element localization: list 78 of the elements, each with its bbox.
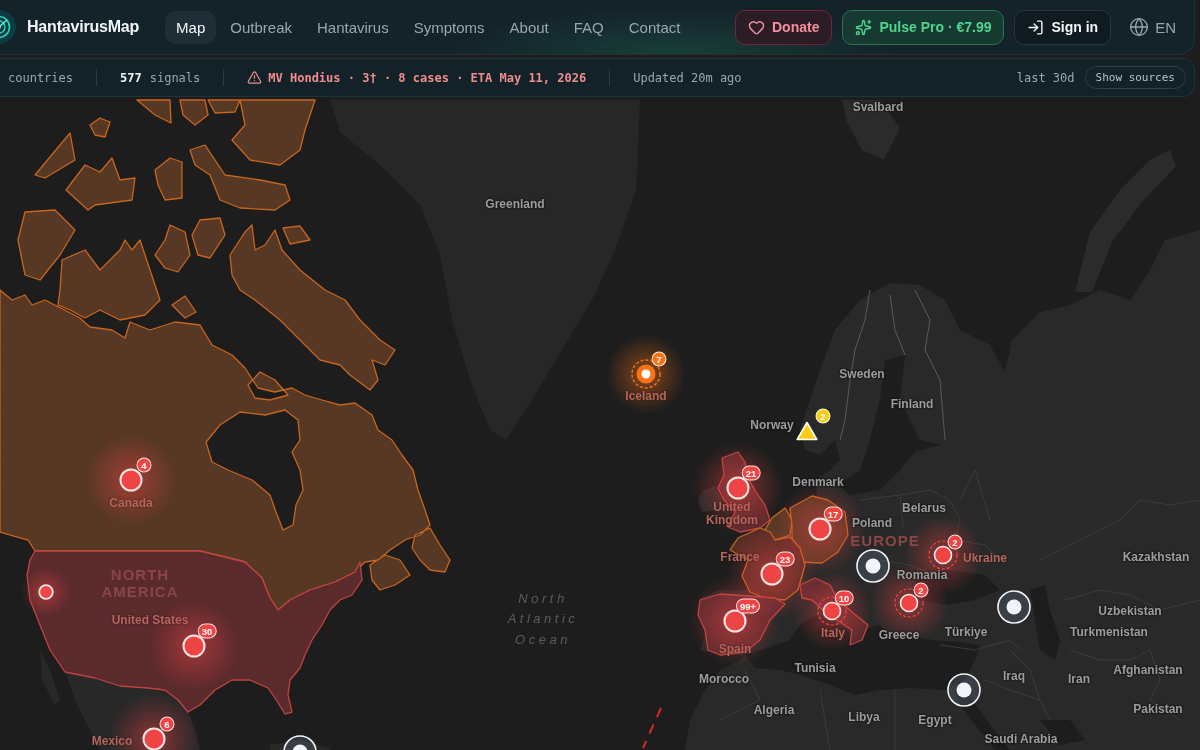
case-marker[interactable] [38,584,54,600]
place-label: Ukraine [963,551,1007,565]
case-marker[interactable] [182,634,206,658]
warning-icon[interactable] [796,421,818,441]
place-label: Finland [890,397,934,411]
nav-tab[interactable]: Contact [617,10,692,44]
signal-marker[interactable] [947,673,981,707]
place-label: Turkmenistan [1070,625,1148,639]
dashed-route-line [642,707,662,749]
sign-in-icon [1027,18,1045,36]
nav-tab[interactable]: Symptoms [402,10,496,44]
place-label: Kazakhstan [1122,550,1190,564]
place-label: Sweden [839,367,885,381]
outbreak-status-text: MV Hondius · 3† · 8 cases · ETA May 11, 2026 [268,70,587,85]
heart-icon [747,18,765,36]
place-label: Denmark [792,475,844,489]
case-marker[interactable] [142,727,166,750]
place-label: Libya [848,710,880,724]
stat-label: countries [8,70,74,85]
place-label: Canada [109,496,153,510]
continent-label: EUROPE [850,531,920,549]
place-label: Morocco [699,672,749,686]
place-label: United States [111,613,189,627]
place-label: Saudi Arabia [984,732,1058,746]
ocean-label: Atlantic [507,612,579,626]
place-label: Algeria [753,703,795,717]
donate-button[interactable]: Donate [734,9,833,45]
place-label: Pakistan [1133,702,1183,716]
updated-time: Updated 20m ago [633,70,742,85]
landmass [40,650,60,705]
place-label: Iran [1068,672,1090,686]
sparkles-icon [855,18,873,36]
ocean-label: North [518,592,568,606]
place-label: Iceland [625,389,667,403]
place-label: Greece [878,628,920,642]
place-label: Italy [821,626,845,640]
ringed-marker[interactable] [631,359,661,389]
stat-label: signals [149,70,201,85]
pro-plan-button[interactable]: Pulse Pro · €7.99 [842,9,1005,45]
nav-tab[interactable]: FAQ [562,10,615,44]
place-label: Norway [750,418,794,432]
place-label: Mexico [91,734,133,748]
place-label: Iraq [1003,669,1025,683]
brand-name: HantavirusMap [27,18,140,36]
nav-tab[interactable]: About [498,10,560,44]
ringed-case-marker[interactable] [928,540,958,570]
ringed-case-marker[interactable] [817,596,847,626]
place-label: Poland [852,516,892,530]
signal-count: 577 [120,70,142,85]
signal-marker[interactable] [997,590,1031,624]
place-label: Egypt [918,713,952,727]
place-label: Svalbard [852,100,904,114]
case-marker[interactable] [723,609,747,633]
time-range-label: last 30d [1016,70,1075,85]
warning-icon [247,70,263,85]
place-label: Türkiye [944,625,988,639]
sign-in-button[interactable]: Sign in [1014,9,1112,45]
signal-marker[interactable] [856,549,890,583]
place-label: Spain [718,642,752,656]
case-marker[interactable] [808,517,832,541]
place-label: Tunisia [794,661,836,675]
nav-tab[interactable]: Hantavirus [306,10,400,44]
language-selector[interactable]: EN [1129,17,1176,37]
show-sources-button[interactable]: Show sources [1084,66,1186,89]
place-label: Belarus [902,501,946,515]
case-marker[interactable] [760,562,784,586]
place-label: Greenland [485,197,545,211]
globe-icon [1129,17,1150,37]
nav-tab[interactable]: Map [165,10,217,44]
country-border-line [889,294,906,356]
case-marker[interactable] [119,468,143,492]
case-marker[interactable] [726,476,750,500]
place-label: Afghanistan [1113,663,1183,677]
ringed-case-marker[interactable] [894,588,924,618]
nav-tab[interactable]: Outbreak [219,10,303,44]
place-label: Romania [896,568,948,582]
place-label: Uzbekistan [1098,604,1162,618]
ocean-label: Ocean [515,633,571,647]
